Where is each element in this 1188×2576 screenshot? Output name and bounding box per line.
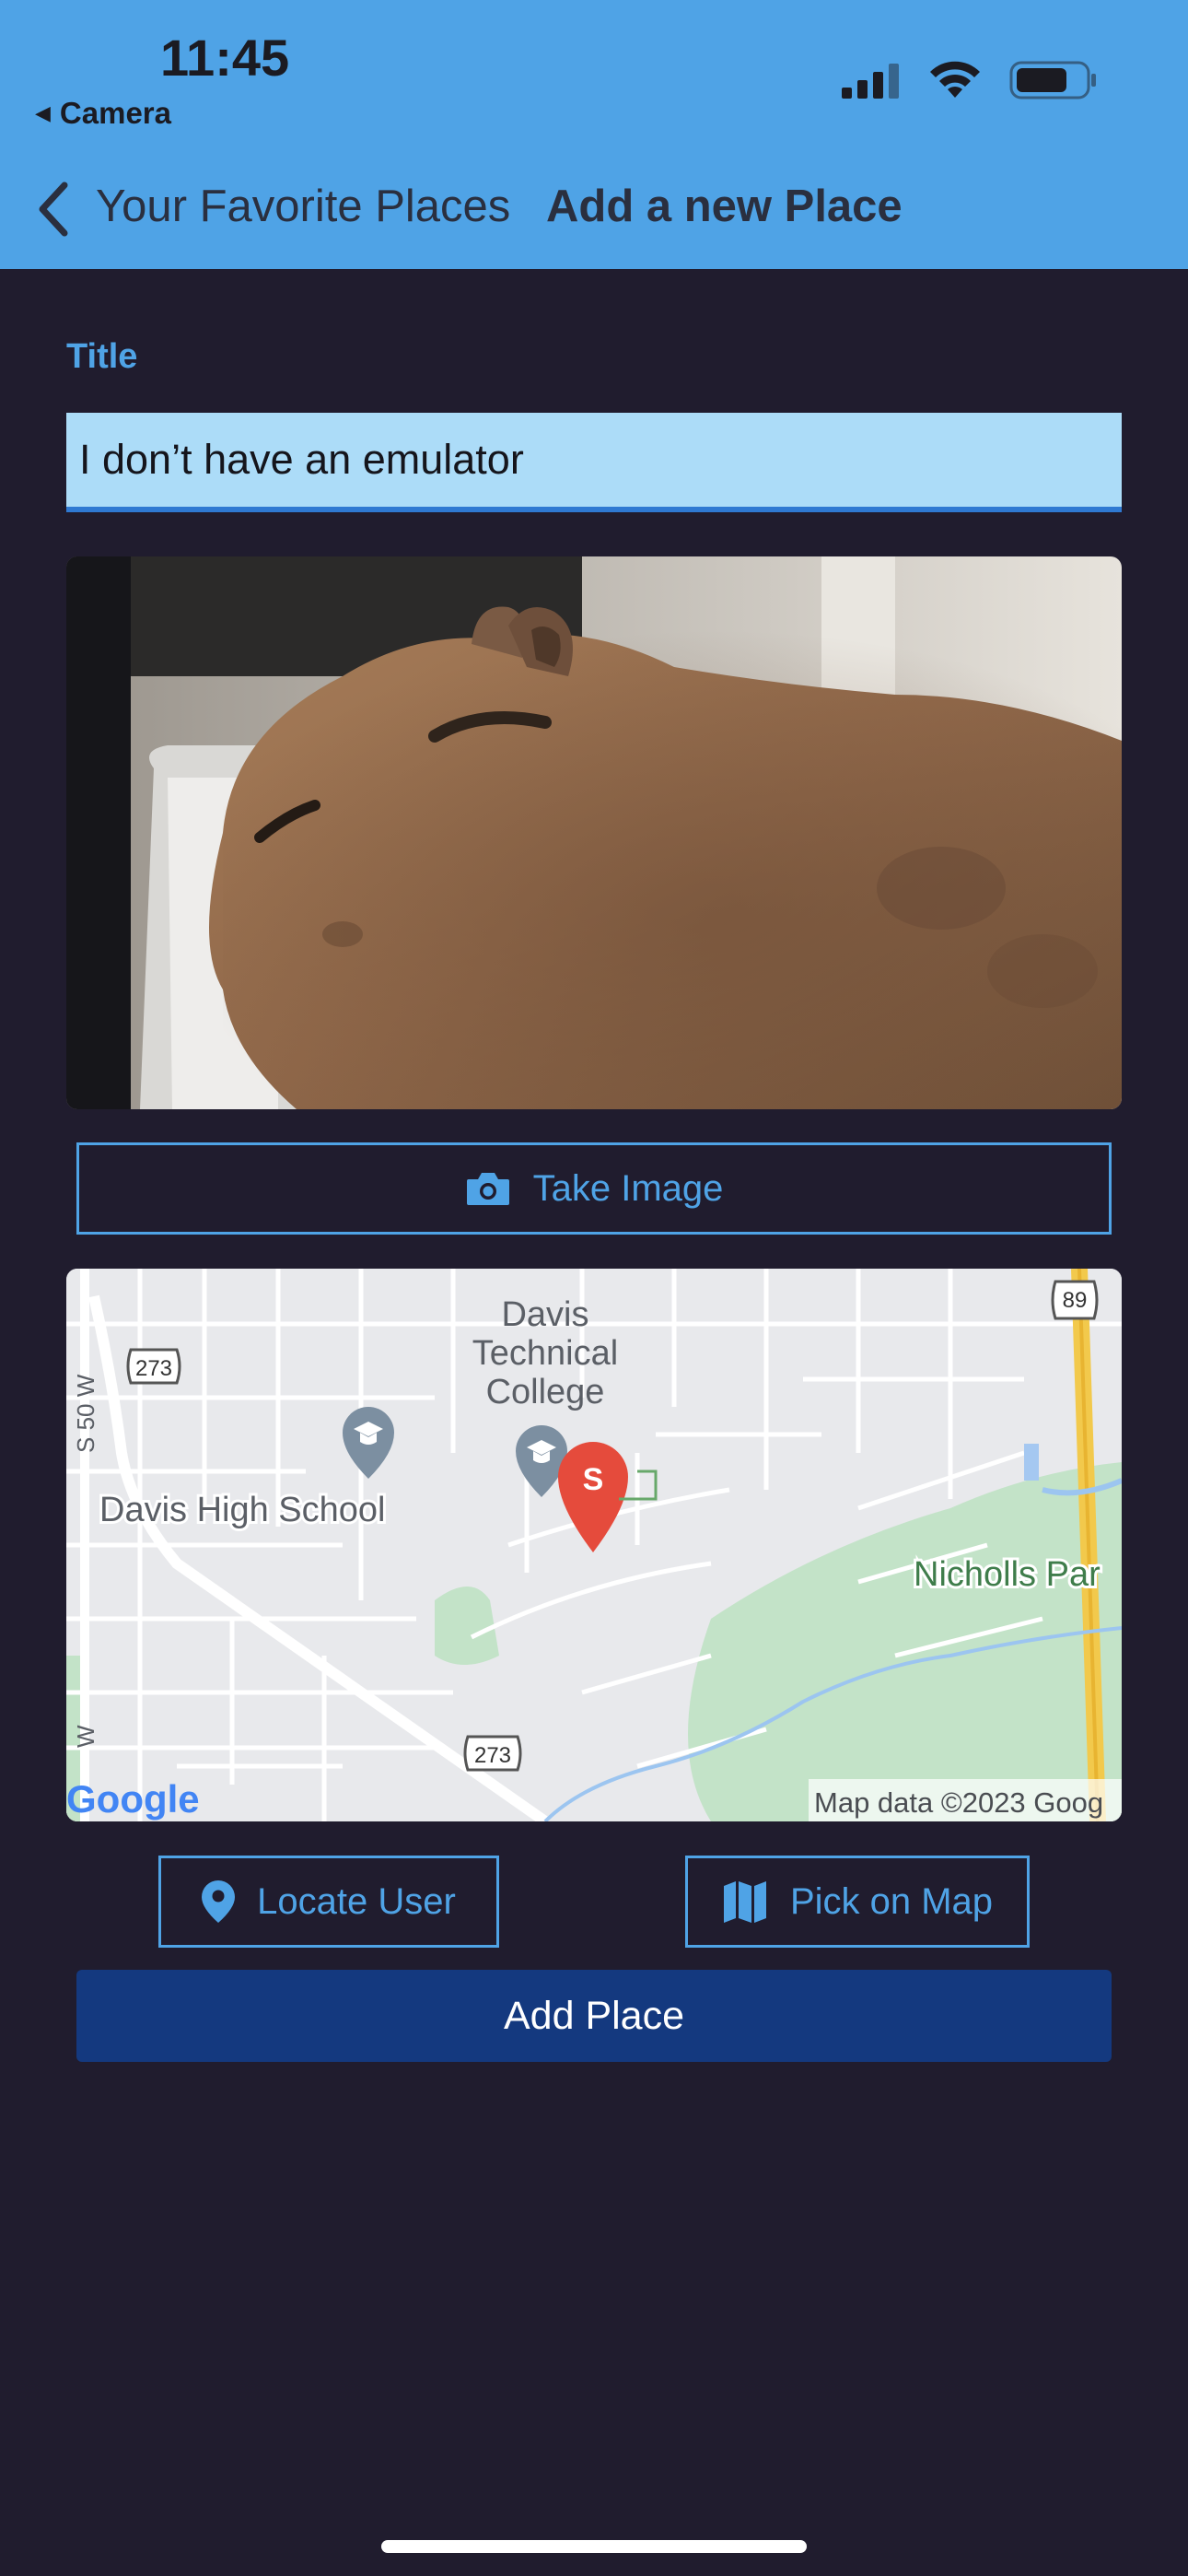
status-time: 11:45 bbox=[160, 29, 290, 87]
map-attribution: Map data ©2023 Goog bbox=[814, 1786, 1103, 1819]
app-header: 11:45 ◀ Camera Your Favorite Places Add … bbox=[0, 0, 1188, 269]
route-89-label: 89 bbox=[1063, 1288, 1088, 1313]
map-label-road: W bbox=[72, 1725, 99, 1748]
take-image-button[interactable]: Take Image bbox=[76, 1142, 1112, 1235]
page-title: Add a new Place bbox=[546, 181, 903, 231]
capybara-photo bbox=[66, 556, 1122, 1109]
map-label-college: Technical bbox=[472, 1334, 618, 1373]
back-triangle-icon: ◀ bbox=[35, 101, 51, 124]
add-place-button[interactable]: Add Place bbox=[76, 1970, 1112, 2062]
route-273-label: 273 bbox=[135, 1356, 172, 1381]
locate-user-button[interactable]: Locate User bbox=[158, 1856, 499, 1948]
map-graphic: Davis Technical College Davis High Schoo… bbox=[66, 1269, 1122, 1821]
title-input[interactable] bbox=[66, 413, 1122, 512]
status-icons bbox=[840, 57, 1098, 103]
signal-icon bbox=[842, 64, 899, 99]
map-preview[interactable]: Davis Technical College Davis High Schoo… bbox=[66, 1269, 1122, 1821]
battery-icon bbox=[1009, 61, 1096, 100]
google-logo: Google bbox=[66, 1777, 200, 1821]
title-field-label: Title bbox=[66, 337, 138, 376]
image-preview bbox=[66, 556, 1122, 1109]
pick-on-map-label: Pick on Map bbox=[789, 1880, 994, 1922]
location-pin-icon bbox=[202, 1880, 236, 1923]
pick-on-map-button[interactable]: Pick on Map bbox=[685, 1856, 1030, 1948]
wifi-icon bbox=[930, 61, 980, 98]
map-label-college: College bbox=[486, 1373, 605, 1411]
map-label-college: Davis bbox=[501, 1295, 588, 1334]
take-image-label: Take Image bbox=[532, 1167, 724, 1209]
back-app-label: Camera bbox=[59, 96, 171, 130]
map-icon bbox=[723, 1881, 766, 1923]
nav-back-button[interactable] bbox=[28, 175, 79, 243]
pin-letter: S bbox=[583, 1462, 604, 1497]
route-273-label: 273 bbox=[474, 1743, 511, 1768]
locate-user-label: Locate User bbox=[257, 1880, 456, 1922]
map-label-high-school: Davis High School bbox=[99, 1491, 385, 1529]
map-label-road: S 50 W bbox=[72, 1374, 99, 1453]
nav-back-label[interactable]: Your Favorite Places bbox=[96, 181, 510, 232]
back-to-camera-link[interactable]: ◀ Camera bbox=[35, 96, 171, 131]
map-label-park: Nicholls Par bbox=[914, 1555, 1101, 1594]
chevron-left-icon bbox=[39, 181, 68, 237]
home-indicator[interactable] bbox=[381, 2540, 807, 2553]
camera-icon bbox=[466, 1173, 509, 1205]
